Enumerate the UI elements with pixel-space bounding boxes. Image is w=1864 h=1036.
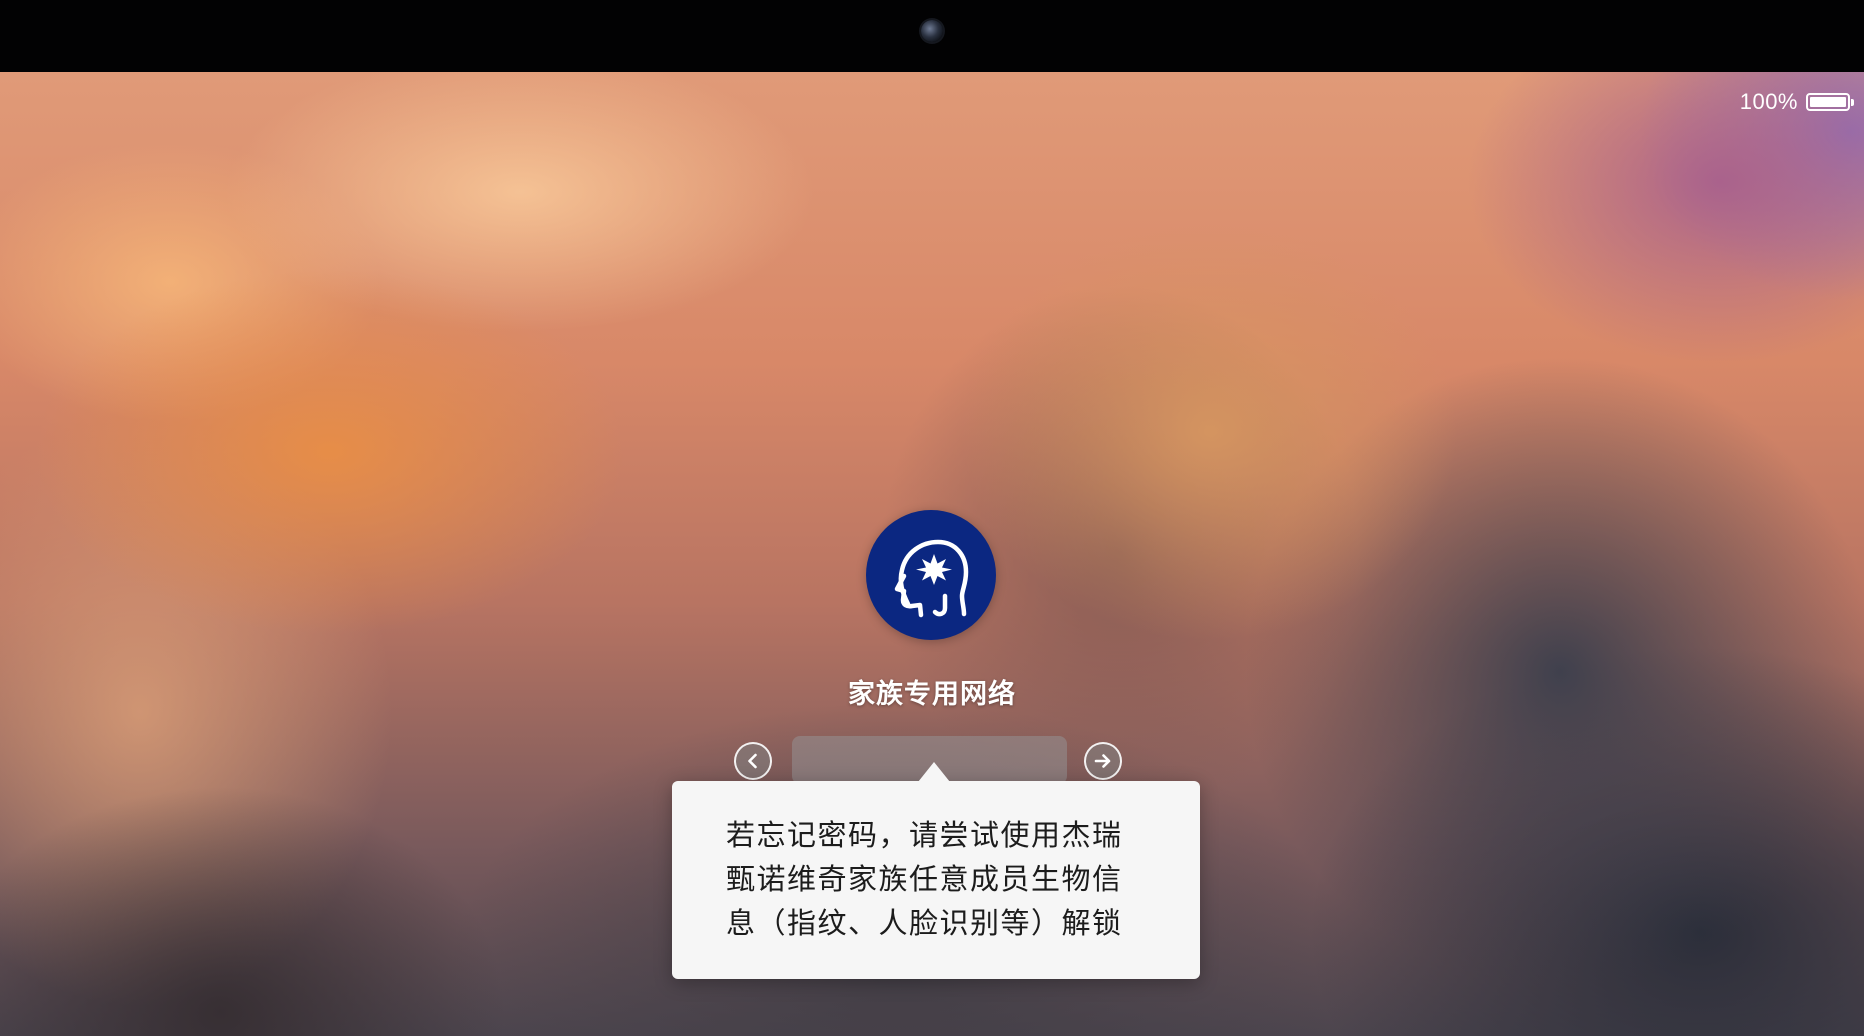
battery-percent: 100% xyxy=(1739,89,1798,114)
back-button[interactable] xyxy=(734,742,772,780)
hint-tooltip-pointer xyxy=(918,762,950,782)
front-camera xyxy=(921,20,943,42)
submit-button[interactable] xyxy=(1084,742,1122,780)
battery-icon xyxy=(1806,93,1854,111)
user-avatar[interactable] xyxy=(866,510,996,640)
battery-level-fill xyxy=(1810,97,1846,107)
device-bezel xyxy=(0,0,1864,72)
lock-screen: 100% 家族专用网络 若忘记密码，请尝试使用杰瑞甄诺维奇家族任意成员生物信息（… xyxy=(0,0,1864,1036)
account-name: 家族专用网络 xyxy=(848,679,1016,710)
head-with-star-icon xyxy=(894,539,969,618)
battery-status: 100% xyxy=(1739,88,1854,116)
password-hint-text: 若忘记密码，请尝试使用杰瑞甄诺维奇家族任意成员生物信息（指纹、人脸识别等）解锁 xyxy=(726,818,1123,940)
arrow-right-icon xyxy=(1094,754,1111,768)
password-hint-tooltip: 若忘记密码，请尝试使用杰瑞甄诺维奇家族任意成员生物信息（指纹、人脸识别等）解锁 xyxy=(672,781,1200,979)
chevron-left-icon xyxy=(748,753,757,769)
